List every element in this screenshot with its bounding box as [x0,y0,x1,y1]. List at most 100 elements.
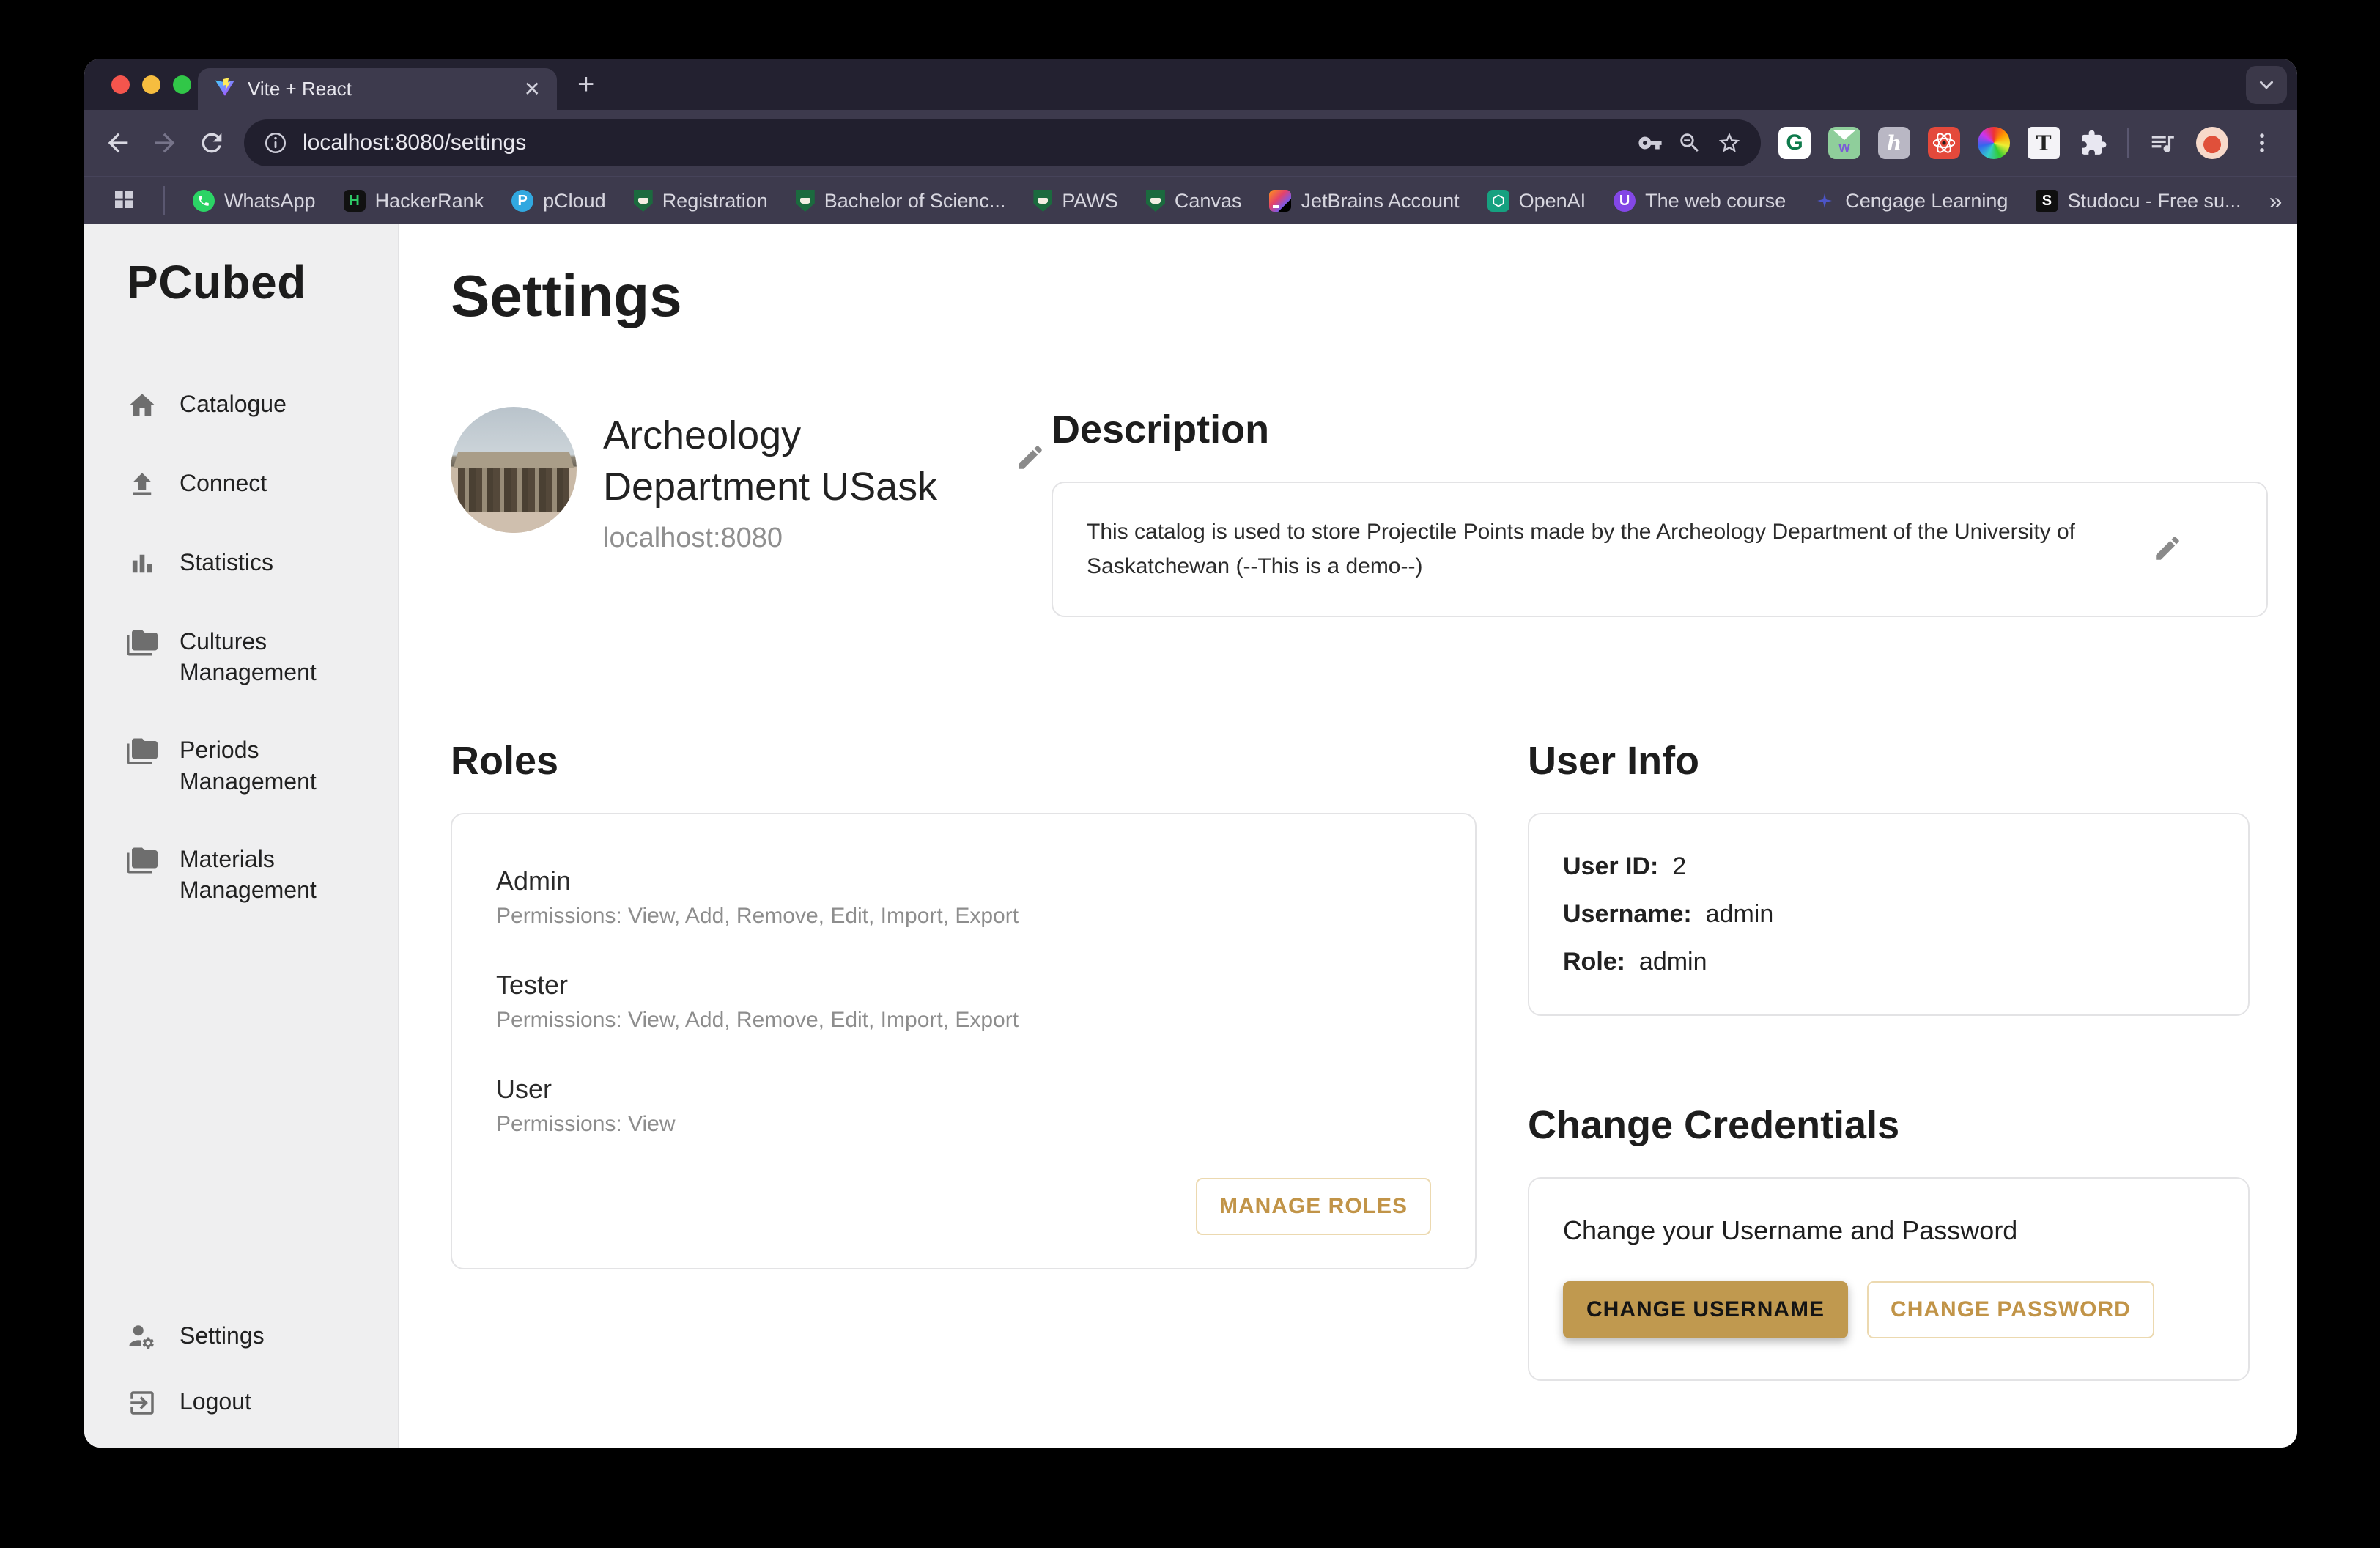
mail-extension-icon[interactable]: w [1828,127,1860,159]
sidebar-item-connect[interactable]: Connect [127,468,383,500]
back-icon[interactable] [103,128,133,158]
sidebar-item-statistics[interactable]: Statistics [127,547,383,579]
bookmark-item[interactable]: S Studocu - Free su... [2036,190,2241,213]
bookmark-item[interactable]: Bachelor of Scienc... [796,190,1006,213]
app-logo: PCubed [127,255,383,309]
exit-to-app-icon [127,1387,158,1418]
user-info-row: Role: admin [1563,948,2214,976]
bookmark-item[interactable]: Canvas [1146,190,1242,213]
sidebar-bottom-nav: Settings Logout [127,1320,383,1418]
catalog-profile: Archeology Department USask localhost:80… [451,407,1052,554]
role-name: Admin [496,866,1431,896]
usask-crest-icon [1146,190,1165,212]
grammarly-extension-icon[interactable]: G [1778,127,1811,159]
sidebar-item-settings[interactable]: Settings [127,1320,383,1352]
catalog-name: Archeology Department USask [603,410,983,512]
change-credentials-section: Change Credentials Change your Username … [1528,1102,2250,1381]
bookmark-item[interactable]: WhatsApp [193,190,316,213]
url-text[interactable]: localhost:8080/settings [303,130,1623,155]
vite-favicon-icon [214,76,236,102]
browser-window: Vite + React ✕ + localhost:8080/settings [84,59,2297,1448]
roles-section: Roles Admin Permissions: View, Add, Remo… [451,738,1477,1269]
hackerrank-icon: H [344,190,366,212]
bookmark-item[interactable]: OpenAI [1488,190,1586,213]
jetbrains-icon [1269,190,1291,212]
catalog-host: localhost:8080 [603,523,983,554]
description-card: This catalog is used to store Projectile… [1052,482,2268,617]
sidebar-item-logout[interactable]: Logout [127,1386,383,1418]
sidebar-item-cultures-management[interactable]: Cultures Management [127,626,383,688]
bookmark-item[interactable]: H HackerRank [344,190,484,213]
reload-icon[interactable] [197,128,226,158]
pcloud-icon: P [511,190,533,212]
tab-close-icon[interactable]: ✕ [524,79,541,100]
bookmark-item[interactable]: Registration [634,190,768,213]
app-content: PCubed Catalogue Connect Statistics Cult… [84,224,2297,1448]
zoom-out-icon[interactable] [1677,130,1702,155]
bookmarks-divider [163,186,165,215]
udemy-course-icon: U [1614,190,1636,212]
change-username-button[interactable]: CHANGE USERNAME [1563,1281,1848,1338]
tab-search-button[interactable] [2246,66,2287,104]
user-info-row: Username: admin [1563,900,2214,929]
role-item: Tester Permissions: View, Add, Remove, E… [496,970,1431,1033]
user-info-card: User ID: 2 Username: admin Role: admin [1528,813,2250,1016]
media-playlist-icon[interactable] [2146,127,2178,159]
bookmark-star-icon[interactable] [1717,130,1742,155]
user-info-section: User Info User ID: 2 Username: admin Rol… [1528,738,2250,1016]
sidebar-item-catalogue[interactable]: Catalogue [127,388,383,421]
bookmark-item[interactable]: P pCloud [511,190,606,213]
role-name: User [496,1074,1431,1105]
media-folder-icon [127,627,158,658]
pencil-icon [2152,533,2183,564]
bookmark-item[interactable]: U The web course [1614,190,1786,213]
kebab-menu-icon[interactable] [2246,127,2278,159]
bookmark-item[interactable]: PAWS [1033,190,1118,213]
bookmark-item[interactable]: JetBrains Account [1269,190,1459,213]
new-tab-button[interactable]: + [577,68,594,101]
forward-icon[interactable] [150,128,180,158]
pencil-icon [1015,442,1046,473]
home-icon [127,390,158,421]
role-permissions: Permissions: View, Add, Remove, Edit, Im… [496,1008,1431,1033]
sidebar-item-periods-management[interactable]: Periods Management [127,734,383,796]
edit-catalog-name-button[interactable] [1009,436,1052,481]
browser-toolbar: localhost:8080/settings G w h T [84,110,2297,176]
tab-strip: Vite + React ✕ + [84,59,2297,110]
extensions-puzzle-icon[interactable] [2077,127,2110,159]
minimize-window-button[interactable] [142,75,160,94]
text-tool-extension-icon[interactable]: T [2028,127,2060,159]
chevron-down-icon [2255,74,2277,96]
window-controls [111,75,191,94]
browser-profile-avatar[interactable] [2196,127,2228,159]
bookmarks-overflow-chevron[interactable]: » [2269,188,2283,215]
apps-grid-icon[interactable] [112,188,136,215]
bookmark-item[interactable]: Cengage Learning [1814,190,2008,213]
react-devtools-extension-icon[interactable] [1928,127,1960,159]
edit-description-button[interactable] [2146,527,2189,572]
color-wheel-extension-icon[interactable] [1978,127,2010,159]
page-title: Settings [451,262,2268,330]
role-permissions: Permissions: View [496,1112,1431,1137]
usask-crest-icon [1033,190,1052,212]
sidebar-item-materials-management[interactable]: Materials Management [127,844,383,905]
roles-card: Admin Permissions: View, Add, Remove, Ed… [451,813,1477,1269]
change-password-button[interactable]: CHANGE PASSWORD [1867,1281,2154,1338]
description-heading: Description [1052,407,2268,452]
h-extension-icon[interactable]: h [1878,127,1910,159]
bookmarks-bar: WhatsApp H HackerRank P pCloud Registrat… [84,176,2297,224]
usask-crest-icon [634,190,653,212]
fullscreen-window-button[interactable] [173,75,191,94]
change-credentials-card: Change your Username and Password CHANGE… [1528,1177,2250,1381]
media-folder-icon [127,736,158,767]
manage-roles-button[interactable]: MANAGE ROLES [1196,1178,1431,1235]
sidebar: PCubed Catalogue Connect Statistics Cult… [84,224,399,1448]
change-credentials-subtext: Change your Username and Password [1563,1215,2214,1246]
bar-chart-icon [127,548,158,579]
address-bar[interactable]: localhost:8080/settings [244,119,1761,166]
password-key-icon[interactable] [1638,130,1663,155]
site-info-icon[interactable] [263,130,288,155]
browser-tab[interactable]: Vite + React ✕ [198,68,557,110]
close-window-button[interactable] [111,75,130,94]
user-info-heading: User Info [1528,738,2250,784]
